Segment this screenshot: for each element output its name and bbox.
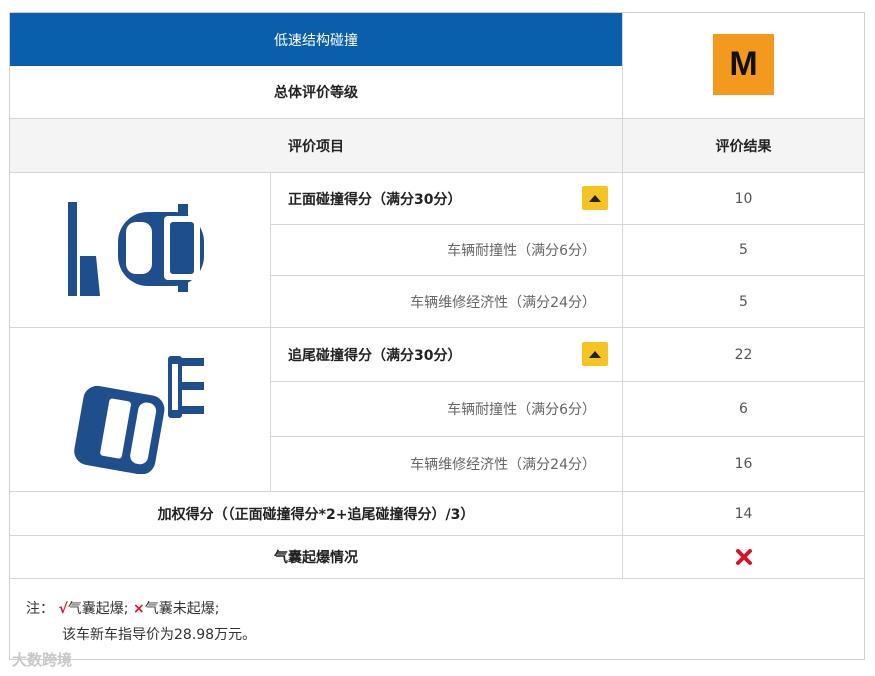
cross-icon: × (132, 601, 145, 617)
up-arrow-icon (582, 186, 608, 210)
grade-badge: M (713, 34, 774, 95)
column-result-heading: 评价结果 (623, 119, 864, 172)
airbag-label: 气囊起爆情况 (274, 549, 358, 566)
note-deployed: 气囊起爆; (67, 601, 129, 617)
rear-repair-label: 车辆维修经济性（满分24分） (410, 457, 596, 473)
rear-crash-score: 22 (734, 346, 753, 363)
up-arrow-icon (582, 342, 608, 366)
front-durability-label: 车辆耐撞性（满分6分） (447, 243, 596, 259)
check-icon: √ (58, 601, 68, 617)
header-title: 低速结构碰撞 (10, 13, 622, 66)
front-repair-label: 车辆维修经济性（满分24分） (410, 294, 596, 311)
footnote: 注： √气囊起爆; ×气囊未起爆; 该车新车指导价为28.98万元。 (26, 596, 256, 648)
red-cross-icon (735, 548, 752, 565)
airbag-status (623, 535, 864, 578)
front-crash-label: 正面碰撞得分（满分30分） (288, 191, 462, 208)
note-prefix: 注： (26, 601, 54, 617)
front-crash-score: 10 (734, 190, 753, 207)
weighted-score-value: 14 (734, 505, 753, 522)
rear-repair-value: 16 (734, 456, 753, 472)
note-price: 该车新车指导价为28.98万元。 (62, 627, 257, 643)
rear-crash-icon (74, 356, 204, 474)
rear-crash-label: 追尾碰撞得分（满分30分） (288, 347, 462, 364)
note-not-deployed: 气囊未起爆; (144, 601, 220, 617)
column-item-heading: 评价项目 (10, 119, 622, 172)
rear-durability-label: 车辆耐撞性（满分6分） (447, 401, 596, 418)
front-repair-value: 5 (739, 293, 748, 310)
footnote-legend: 注： √气囊起爆; ×气囊未起爆; (26, 596, 256, 622)
watermark: 大数跨境 (12, 651, 73, 669)
front-crash-icon (68, 202, 204, 296)
overall-label: 总体评价等级 (274, 85, 358, 101)
rear-durability-value: 6 (739, 400, 748, 417)
front-durability-value: 5 (739, 242, 748, 258)
weighted-score-label: 加权得分（（正面碰撞得分*2+追尾碰撞得分）/3） (157, 506, 475, 523)
